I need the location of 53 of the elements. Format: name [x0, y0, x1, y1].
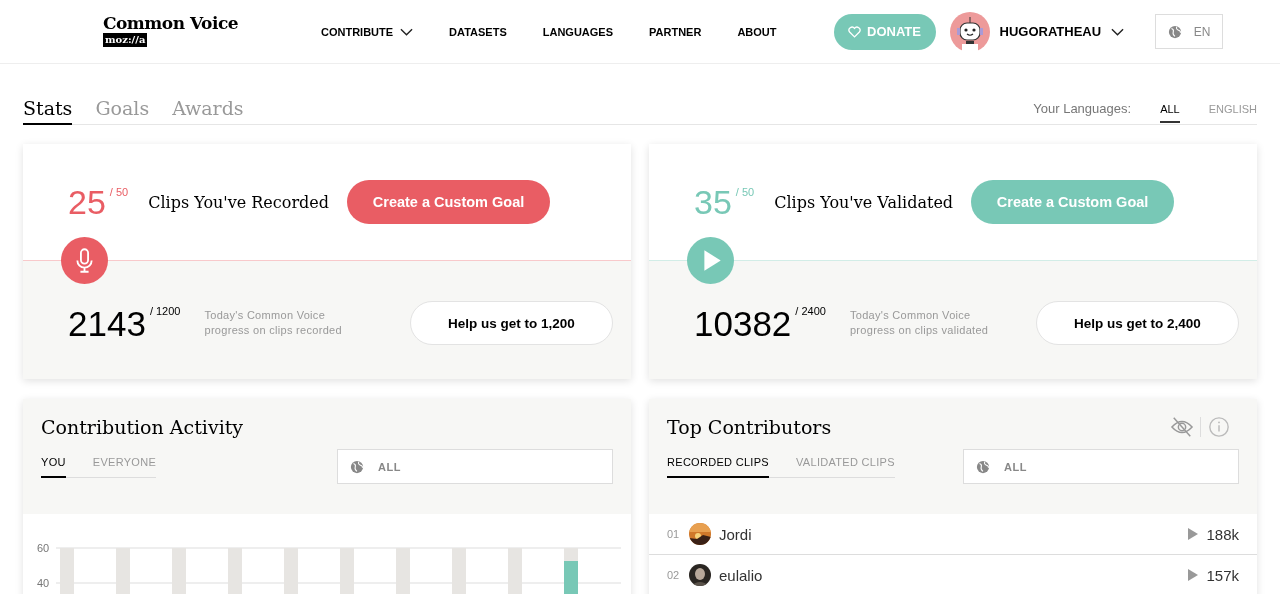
page-tab[interactable]: Stats: [23, 97, 73, 125]
help-button[interactable]: Help us get to 1,200: [410, 301, 613, 345]
robot-avatar[interactable]: [949, 11, 990, 52]
nav-link[interactable]: PARTNER: [649, 25, 702, 38]
nav-link[interactable]: ABOUT: [737, 25, 777, 38]
contributors-tab[interactable]: RECORDED CLIPS: [667, 456, 769, 478]
goal-label: Clips You've Recorded: [148, 192, 329, 212]
rank-number: 01: [667, 528, 681, 540]
goal-count: 35: [694, 185, 732, 219]
info-icon[interactable]: [1207, 416, 1231, 438]
language-filter[interactable]: ALL: [963, 449, 1239, 484]
chevron-down-icon[interactable]: [1111, 27, 1125, 36]
clip-count: 188k: [1206, 525, 1239, 543]
rank-number: 02: [667, 569, 681, 581]
contributor-name[interactable]: eulalio: [719, 566, 763, 584]
progress-total: 2143: [68, 305, 146, 341]
goal-count: 25: [68, 185, 106, 219]
help-button[interactable]: Help us get to 2,400: [1036, 301, 1239, 345]
globe-icon: [976, 459, 990, 474]
panel-title: Contribution Activity: [41, 416, 245, 438]
axis-label: 40: [37, 576, 51, 590]
panel-title: Top Contributors: [667, 416, 832, 438]
microphone-icon[interactable]: [61, 237, 108, 284]
progress-target: / 1200: [149, 305, 181, 317]
languages-label: Your Languages:: [1033, 101, 1132, 116]
globe-icon: [350, 459, 364, 474]
clip-count: 157k: [1206, 566, 1239, 584]
play-icon[interactable]: [687, 237, 734, 284]
progress-caption: Today's Common Voice progress on clips validated: [849, 308, 990, 338]
eye-off-icon[interactable]: [1170, 416, 1194, 438]
language-option[interactable]: ALL: [1160, 102, 1180, 123]
goal-label: Clips You've Validated: [774, 192, 954, 212]
globe-icon: [1167, 24, 1182, 39]
progress-total: 10382: [694, 305, 792, 341]
activity-tab[interactable]: YOU: [41, 456, 66, 478]
logo-title[interactable]: Common Voice: [103, 12, 239, 33]
play-icon[interactable]: [1188, 528, 1199, 540]
nav-link[interactable]: CONTRIBUTE: [321, 25, 414, 38]
goal-target: / 50: [735, 186, 755, 198]
heart-icon: [848, 25, 862, 38]
play-icon[interactable]: [1188, 569, 1199, 581]
nav-link[interactable]: DATASETS: [449, 25, 507, 38]
language-button[interactable]: EN: [1155, 14, 1224, 49]
language-filter[interactable]: ALL: [337, 449, 613, 484]
nav-link[interactable]: LANGUAGES: [542, 25, 614, 38]
contributor-name[interactable]: Jordi: [719, 525, 752, 543]
axis-label: 60: [37, 541, 51, 555]
bar: [564, 561, 578, 594]
logo-badge[interactable]: moz://a: [103, 32, 148, 47]
progress-target: / 2400: [795, 305, 826, 317]
progress-caption: Today's Common Voice progress on clips recorded: [204, 308, 343, 338]
goal-target: / 50: [109, 186, 129, 198]
user-name[interactable]: HUGORATHEAU: [999, 24, 1102, 39]
